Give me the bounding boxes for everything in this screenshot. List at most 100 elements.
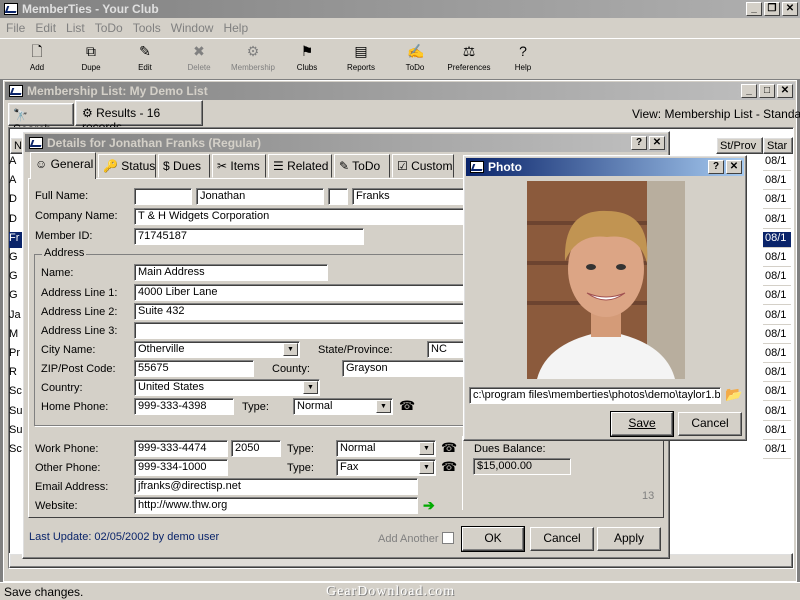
state-field[interactable]: NC <box>427 341 464 358</box>
list-maximize-icon[interactable]: □ <box>759 84 775 98</box>
menu-list[interactable]: List <box>66 21 85 35</box>
toolbar-help-button[interactable]: ? Help <box>498 43 548 72</box>
middle-initial-field[interactable] <box>328 188 348 205</box>
photo-cancel-button[interactable]: Cancel <box>678 412 742 436</box>
table-row-date[interactable]: 08/1 <box>763 289 791 306</box>
toolbar-edit-button[interactable]: ✎ Edit <box>120 43 170 72</box>
table-row-date[interactable]: 08/1 <box>763 385 791 402</box>
details-close-icon[interactable]: ✕ <box>649 136 665 150</box>
email-field[interactable]: jfranks@directisp.net <box>134 478 418 495</box>
toolbar-delete-button[interactable]: ✖ Delete <box>174 43 224 72</box>
menu-help[interactable]: Help <box>223 21 248 35</box>
chevron-down-icon[interactable]: ▼ <box>303 381 318 394</box>
country-combo[interactable]: United States ▼ <box>134 379 320 396</box>
first-name-field[interactable]: Jonathan <box>196 188 324 205</box>
tab-search[interactable]: 🔭 Search <box>8 103 74 136</box>
table-row-name[interactable]: M <box>9 328 23 344</box>
chevron-down-icon[interactable]: ▼ <box>283 343 298 356</box>
table-row-name[interactable]: A <box>9 174 23 190</box>
work-phone-icon[interactable]: ☎ <box>441 440 457 456</box>
photo-save-button[interactable]: Save <box>610 411 674 437</box>
table-row-name[interactable]: D <box>9 193 23 209</box>
toolbar-todo-button[interactable]: ✍ ToDo <box>390 43 440 72</box>
toolbar-clubs-button[interactable]: ⚑ Clubs <box>282 43 332 72</box>
company-field[interactable]: T & H Widgets Corporation <box>134 208 464 225</box>
list-minimize-icon[interactable]: _ <box>741 84 757 98</box>
prefix-field[interactable] <box>134 188 192 205</box>
line1-field[interactable]: 4000 Liber Lane <box>134 284 464 301</box>
tab-todo[interactable]: ✎ ToDo <box>334 154 390 178</box>
tab-status[interactable]: 🔑 Status <box>98 154 156 178</box>
minimize-icon[interactable]: _ <box>746 2 762 16</box>
table-row-name[interactable]: G <box>9 270 23 286</box>
toolbar-add-button[interactable]: 🗋 Add <box>12 43 62 72</box>
photo-close-icon[interactable]: ✕ <box>726 160 742 174</box>
table-row-date[interactable]: 08/1 <box>763 155 791 171</box>
go-arrow-icon[interactable]: ➔ <box>423 497 435 514</box>
menu-window[interactable]: Window <box>171 21 214 35</box>
toolbar-membership-button[interactable]: ⚙ Membership <box>228 43 278 72</box>
table-row-name[interactable]: Su <box>9 424 23 440</box>
photo-help-icon[interactable]: ? <box>708 160 724 174</box>
other-phone-icon[interactable]: ☎ <box>441 459 457 475</box>
table-row-name[interactable]: Ja <box>9 309 23 325</box>
table-row-date[interactable]: 08/1 <box>763 309 791 325</box>
table-row-name[interactable]: Sc <box>9 385 23 401</box>
table-row-name[interactable]: A <box>9 155 23 171</box>
toolbar-preferences-button[interactable]: ⚖ Preferences <box>444 43 494 72</box>
menu-file[interactable]: File <box>6 21 25 35</box>
tab-custom[interactable]: ☑ Custom <box>392 154 454 178</box>
tab-results[interactable]: ⚙ Results - 16 records <box>75 100 203 134</box>
last-name-field[interactable]: Franks <box>352 188 464 205</box>
folder-icon[interactable]: 📂 <box>725 386 742 403</box>
chevron-down-icon[interactable]: ▼ <box>419 461 434 474</box>
home-type-combo[interactable]: Normal ▼ <box>293 398 393 415</box>
table-row-name[interactable]: Sc <box>9 443 23 459</box>
details-help-icon[interactable]: ? <box>631 136 647 150</box>
line3-field[interactable] <box>134 322 464 339</box>
work-ext-field[interactable]: 2050 <box>231 440 281 457</box>
zip-field[interactable]: 55675 <box>134 360 254 377</box>
table-row-name[interactable]: G <box>9 289 23 305</box>
member-id-field[interactable]: 71745187 <box>134 228 364 245</box>
tab-dues[interactable]: $ Dues <box>158 154 210 178</box>
tab-related[interactable]: ☰ Related <box>268 154 332 178</box>
restore-icon[interactable]: ❐ <box>764 2 780 16</box>
close-icon[interactable]: ✕ <box>782 2 798 16</box>
photo-path-field[interactable]: c:\program files\memberties\photos\demo\… <box>469 387 721 404</box>
table-row-date[interactable]: 08/1 <box>763 231 791 248</box>
apply-button[interactable]: Apply <box>597 527 661 551</box>
home-phone-field[interactable]: 999-333-4398 <box>134 398 234 415</box>
table-row-date[interactable]: 08/1 <box>763 174 791 191</box>
menu-tools[interactable]: Tools <box>133 21 161 35</box>
table-row-date[interactable]: 08/1 <box>763 347 791 363</box>
table-row-date[interactable]: 08/1 <box>763 328 791 344</box>
table-row-date[interactable]: 08/1 <box>763 405 791 421</box>
table-row-name[interactable]: D <box>9 213 23 229</box>
menu-todo[interactable]: ToDo <box>95 21 123 35</box>
table-row-name[interactable]: R <box>9 366 23 382</box>
list-close-icon[interactable]: ✕ <box>777 84 793 98</box>
table-row-name[interactable]: Pr <box>9 347 23 363</box>
work-phone-field[interactable]: 999-333-4474 <box>134 440 228 457</box>
other-phone-field[interactable]: 999-334-1000 <box>134 459 228 476</box>
table-row-date[interactable]: 08/1 <box>763 424 791 440</box>
addr-name-field[interactable]: Main Address <box>134 264 328 281</box>
add-another-checkbox[interactable] <box>442 532 454 544</box>
col-header-star[interactable]: Star <box>763 137 793 154</box>
ok-button[interactable]: OK <box>461 526 525 552</box>
table-row-date[interactable]: 08/1 <box>763 193 791 210</box>
table-row-date[interactable]: 08/1 <box>763 251 791 267</box>
table-row-name[interactable]: Fr <box>9 231 23 248</box>
website-field[interactable]: http://www.thw.org <box>134 497 418 514</box>
table-row-date[interactable]: 08/1 <box>763 366 791 383</box>
toolbar-dupe-button[interactable]: ⧉ Dupe <box>66 43 116 72</box>
phone-icon[interactable]: ☎ <box>399 398 415 414</box>
city-combo[interactable]: Otherville ▼ <box>134 341 300 358</box>
toolbar-reports-button[interactable]: ▤ Reports <box>336 43 386 72</box>
line2-field[interactable]: Suite 432 <box>134 303 464 320</box>
chevron-down-icon[interactable]: ▼ <box>376 400 391 413</box>
table-row-name[interactable]: G <box>9 251 23 267</box>
menu-edit[interactable]: Edit <box>35 21 56 35</box>
col-header-stprov[interactable]: St/Prov <box>716 137 763 154</box>
